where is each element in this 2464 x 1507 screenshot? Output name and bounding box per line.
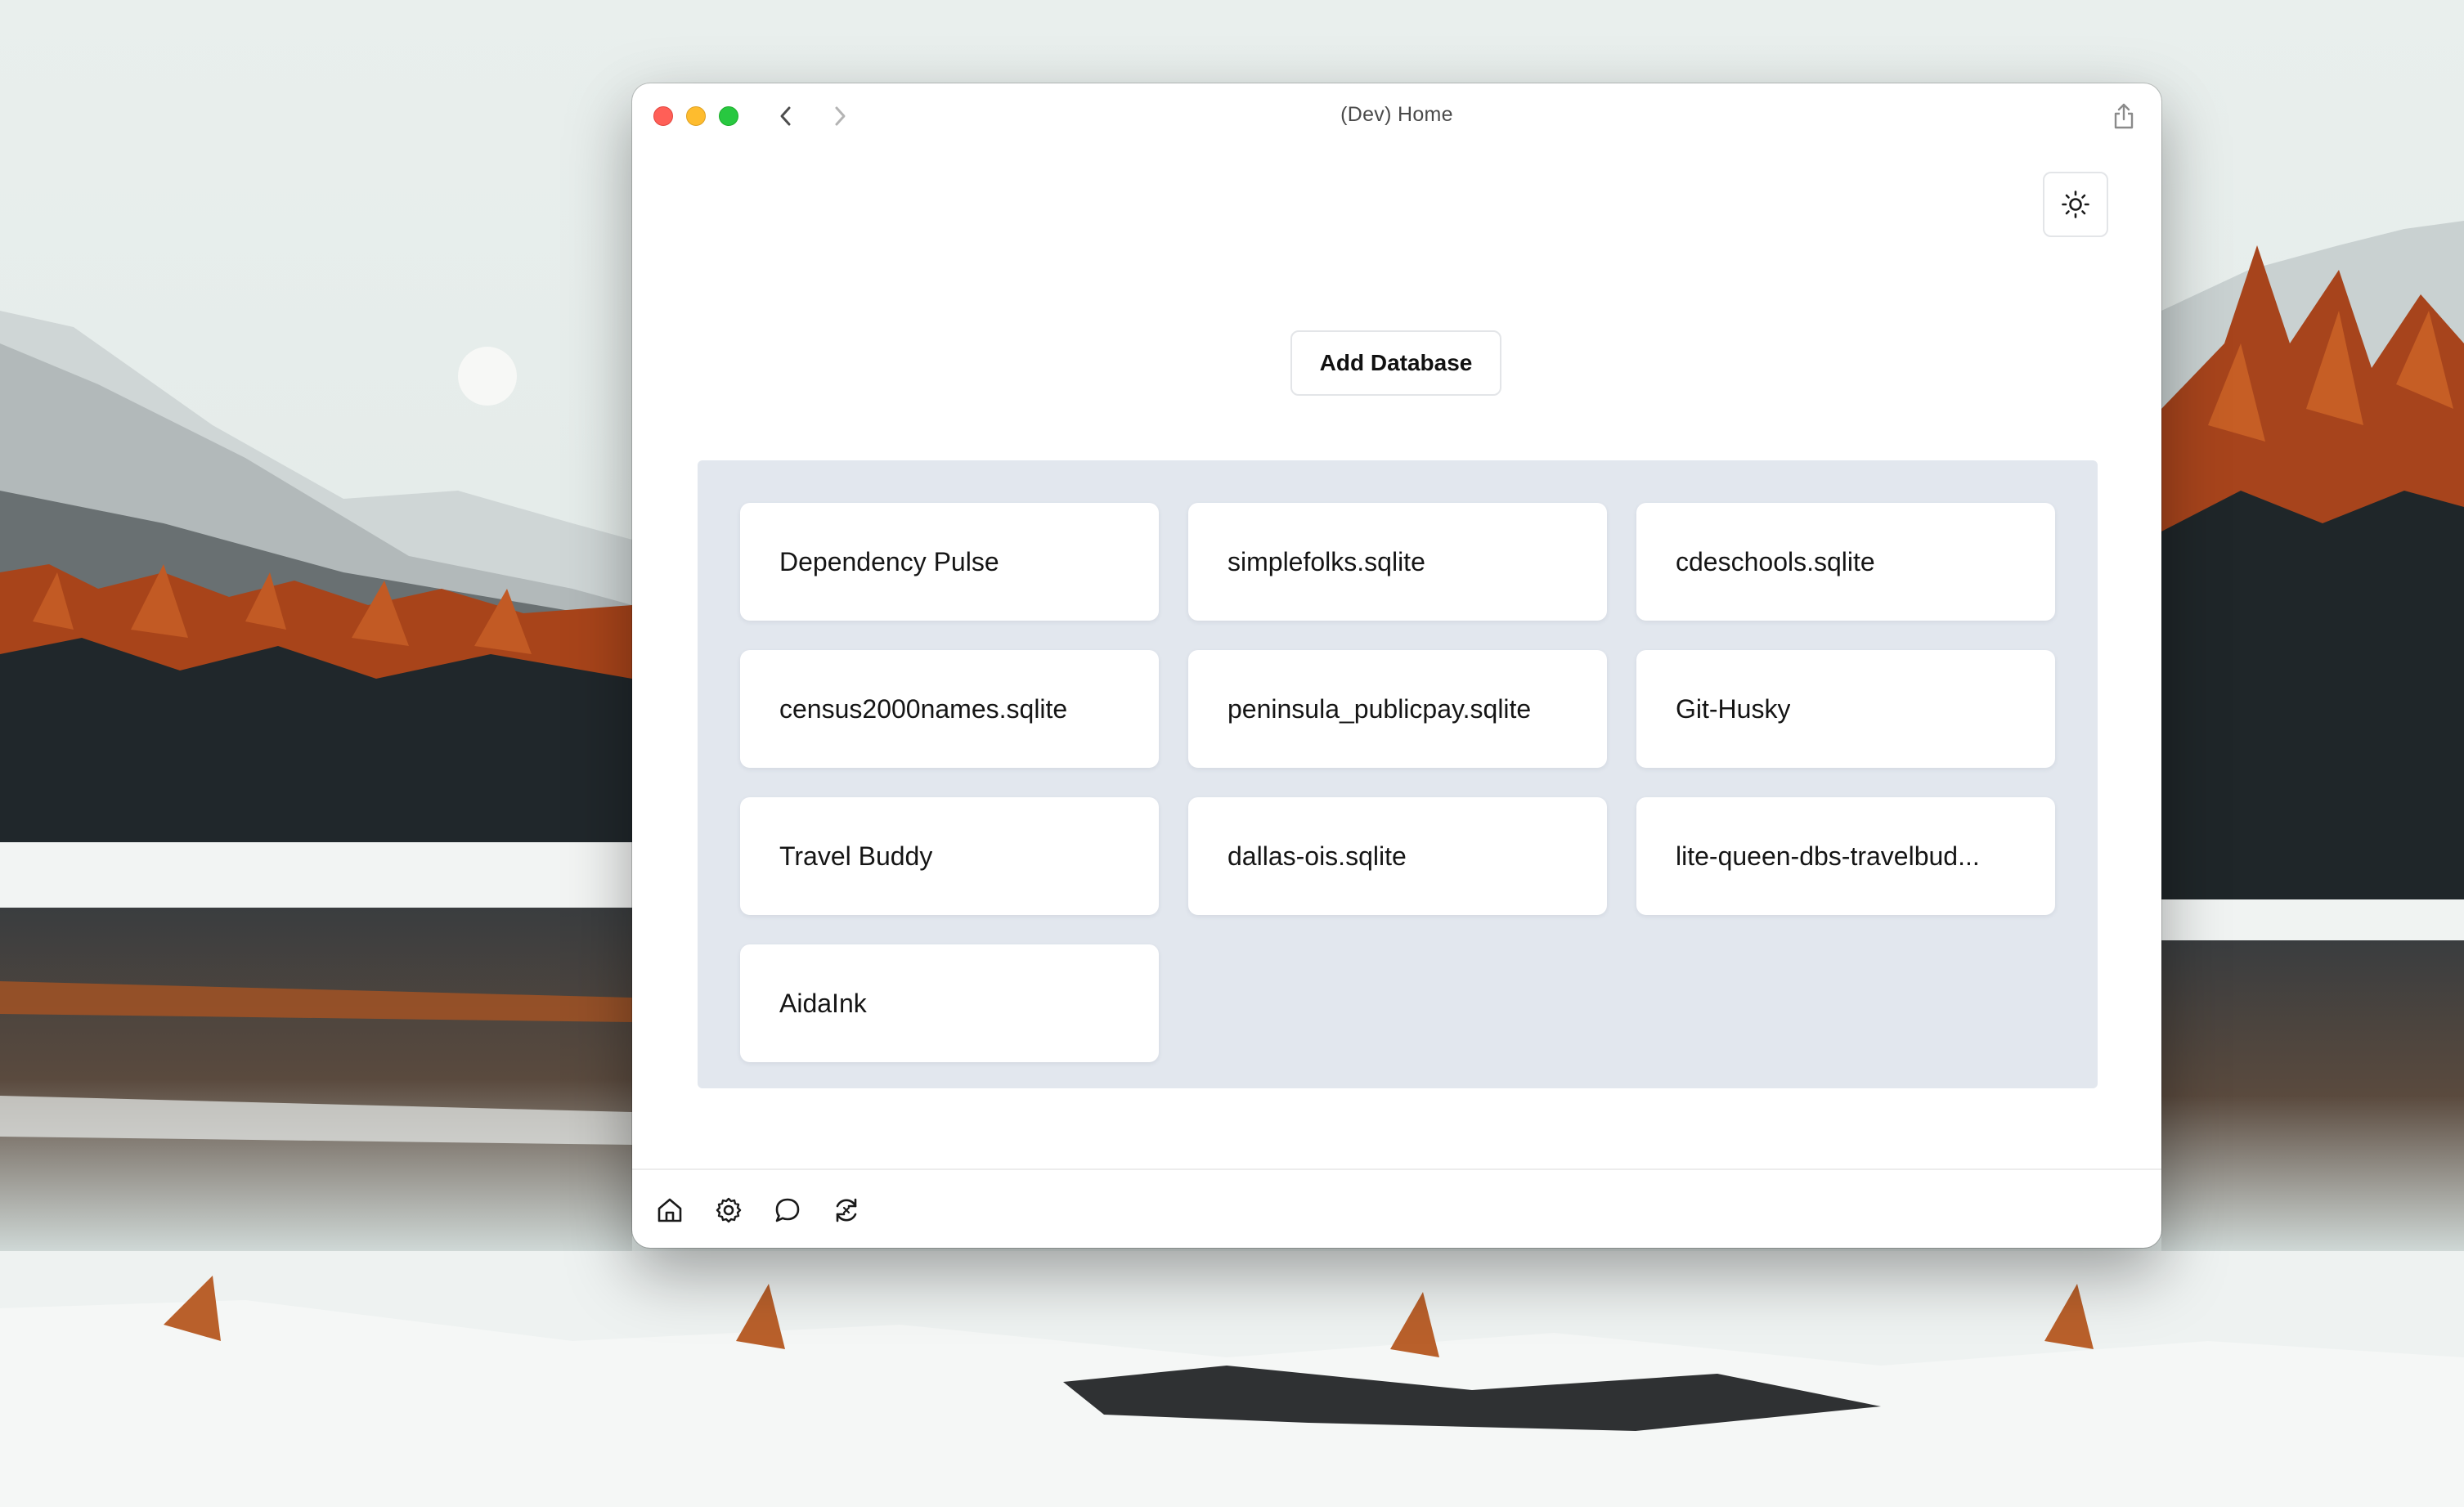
gear-icon bbox=[716, 1197, 742, 1223]
home-button[interactable] bbox=[653, 1194, 686, 1227]
bottom-nav bbox=[653, 1194, 863, 1227]
title-bar: (Dev) Home bbox=[632, 83, 2161, 146]
share-icon bbox=[2114, 103, 2134, 129]
sun-icon bbox=[2062, 191, 2089, 218]
refresh-button[interactable] bbox=[830, 1194, 863, 1227]
database-card[interactable]: peninsula_publicpay.sqlite bbox=[1188, 650, 1607, 768]
database-card-label: Git-Husky bbox=[1676, 693, 1791, 724]
database-card-label: Dependency Pulse bbox=[779, 546, 999, 576]
database-card-label: simplefolks.sqlite bbox=[1228, 546, 1425, 576]
database-grid: Dependency Pulse simplefolks.sqlite cdes… bbox=[740, 503, 2055, 1062]
database-card-label: dallas-ois.sqlite bbox=[1228, 841, 1407, 871]
database-grid-panel: Dependency Pulse simplefolks.sqlite cdes… bbox=[698, 460, 2098, 1088]
bottom-divider bbox=[632, 1168, 2161, 1170]
database-card-label: peninsula_publicpay.sqlite bbox=[1228, 693, 1532, 724]
add-database-button[interactable]: Add Database bbox=[1290, 330, 1501, 396]
database-card[interactable]: Git-Husky bbox=[1636, 650, 2055, 768]
database-card[interactable]: AidaInk bbox=[740, 944, 1159, 1062]
app-window: (Dev) Home Add Database Dependency Pulse… bbox=[632, 83, 2161, 1248]
theme-toggle-button[interactable] bbox=[2043, 172, 2108, 237]
settings-button[interactable] bbox=[712, 1194, 745, 1227]
database-card-label: Travel Buddy bbox=[779, 841, 933, 871]
chat-icon bbox=[775, 1198, 800, 1222]
database-card[interactable]: dallas-ois.sqlite bbox=[1188, 797, 1607, 915]
share-button[interactable] bbox=[2107, 100, 2140, 132]
database-card[interactable]: Dependency Pulse bbox=[740, 503, 1159, 621]
database-card-label: AidaInk bbox=[779, 988, 867, 1018]
database-card[interactable]: simplefolks.sqlite bbox=[1188, 503, 1607, 621]
database-card-label: lite-queen-dbs-travelbud... bbox=[1676, 841, 1980, 871]
database-card[interactable]: Travel Buddy bbox=[740, 797, 1159, 915]
database-card[interactable]: cdeschools.sqlite bbox=[1636, 503, 2055, 621]
database-card[interactable]: lite-queen-dbs-travelbud... bbox=[1636, 797, 2055, 915]
refresh-icon bbox=[836, 1198, 857, 1222]
database-card-label: cdeschools.sqlite bbox=[1676, 546, 1875, 576]
home-icon bbox=[658, 1198, 682, 1222]
database-card-label: census2000names.sqlite bbox=[779, 693, 1068, 724]
database-card[interactable]: census2000names.sqlite bbox=[740, 650, 1159, 768]
chat-button[interactable] bbox=[771, 1194, 804, 1227]
window-title: (Dev) Home bbox=[1340, 103, 1453, 126]
